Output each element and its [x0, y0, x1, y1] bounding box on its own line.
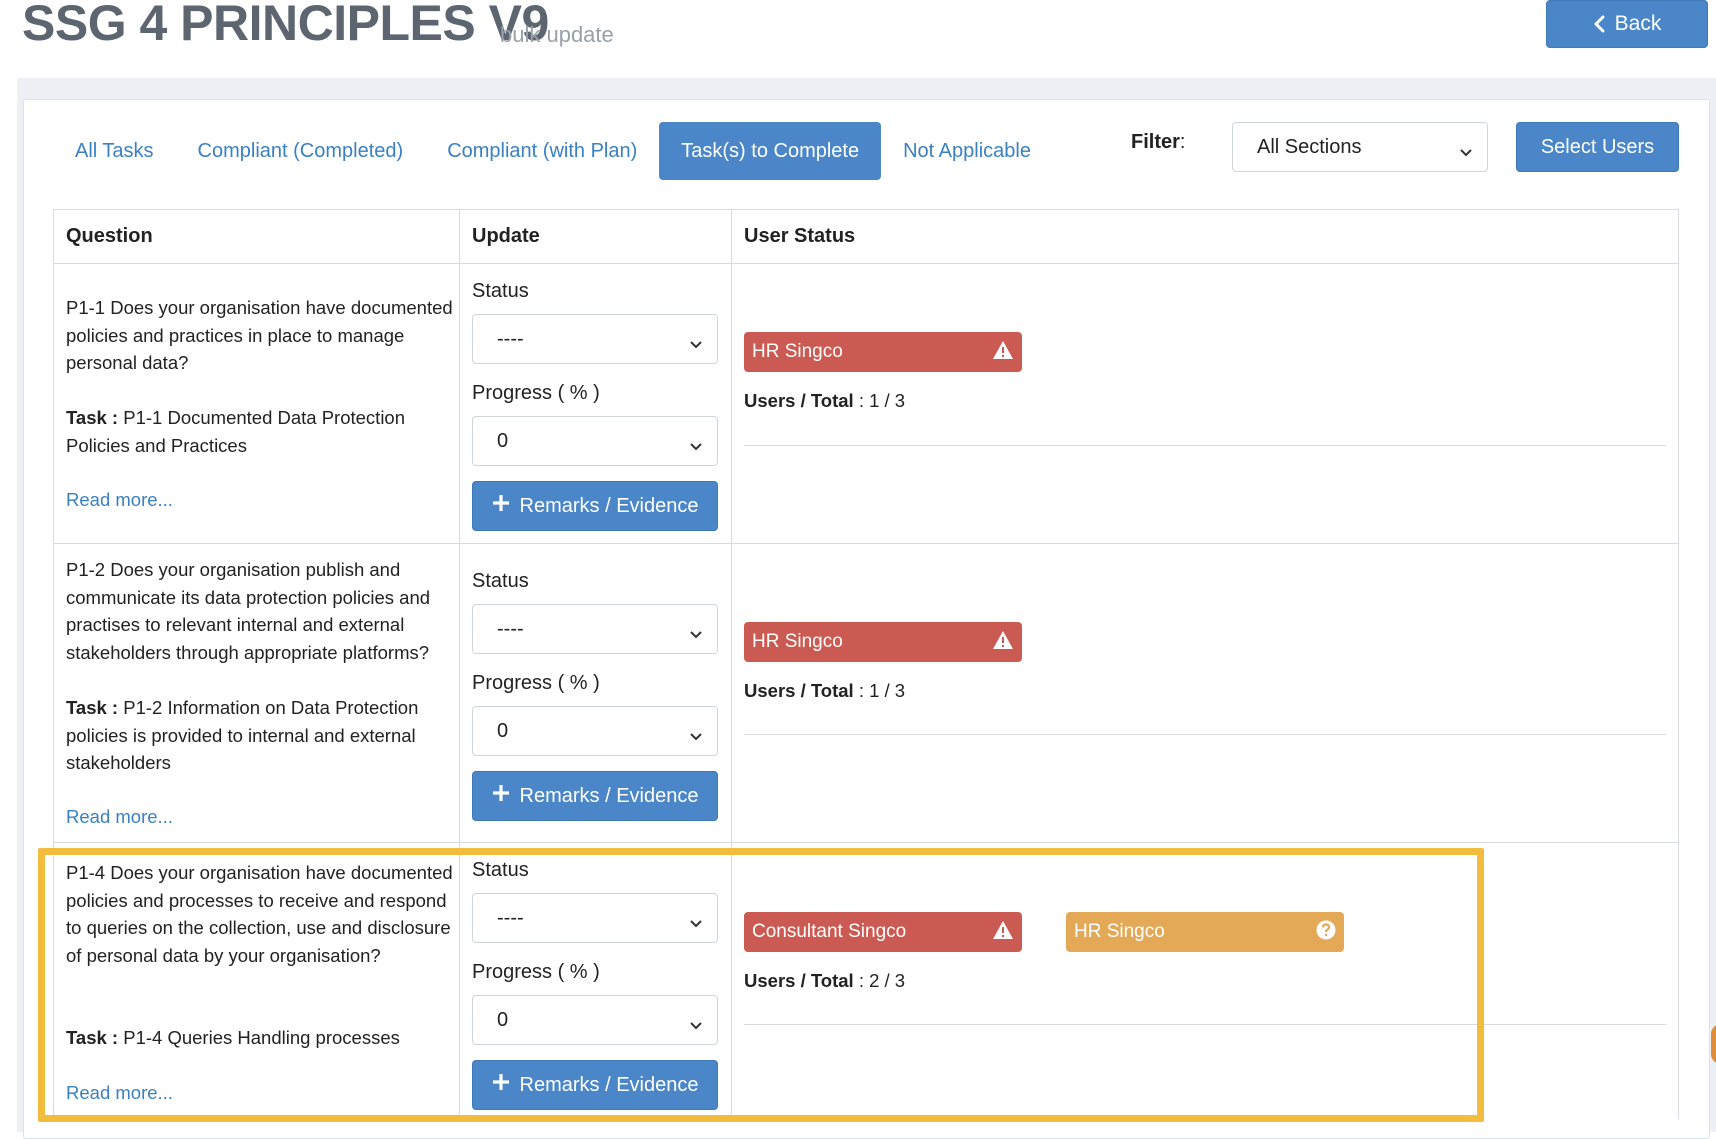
user-name: Consultant Singco [752, 921, 907, 942]
column-header-update: Update [472, 225, 540, 247]
progress-label: Progress ( % ) [472, 382, 600, 404]
status-label: Status [472, 280, 529, 302]
status-label: Status [472, 859, 529, 881]
tab-not-applicable[interactable]: Not Applicable [881, 122, 1053, 180]
user-status-badge[interactable]: HR Singco [1066, 912, 1344, 952]
warning-icon [992, 920, 1014, 946]
progress-select-value: 0 [497, 1008, 509, 1031]
users-total: Users / Total : 2 / 3 [744, 970, 906, 991]
column-header-user-status: User Status [744, 225, 856, 247]
question-text: P1-1 Does your organisation have documen… [66, 297, 453, 373]
warning-icon [992, 340, 1014, 366]
user-name: HR Singco [752, 631, 843, 652]
status-select[interactable]: ---- [472, 604, 718, 654]
status-select[interactable]: ---- [472, 893, 718, 943]
section-filter-value: All Sections [1257, 135, 1362, 158]
progress-select[interactable]: 0 [472, 995, 718, 1045]
chevron-left-icon [1593, 15, 1605, 33]
table-border-right [1678, 209, 1679, 1119]
chevron-down-icon [689, 725, 703, 748]
remarks-evidence-button[interactable]: Remarks / Evidence [472, 771, 718, 821]
progress-label: Progress ( % ) [472, 672, 600, 694]
scroll-handle[interactable] [1711, 1024, 1716, 1064]
chevron-down-icon [689, 623, 703, 646]
back-button-label: Back [1614, 12, 1662, 35]
column-header-question: Question [66, 225, 153, 247]
users-total: Users / Total : 1 / 3 [744, 680, 906, 701]
user-status-badge[interactable]: HR Singco [744, 622, 1022, 662]
status-select[interactable]: ---- [472, 314, 718, 364]
read-more-link[interactable]: Read more... [66, 1082, 173, 1104]
status-select-value: ---- [497, 327, 524, 350]
task-text: Task : P1-1 Documented Data Protection P… [66, 407, 406, 456]
chevron-down-icon [689, 333, 703, 356]
status-label: Status [472, 570, 529, 592]
question-circle-icon [1316, 920, 1336, 946]
remarks-evidence-label: Remarks / Evidence [519, 494, 699, 517]
remarks-evidence-button[interactable]: Remarks / Evidence [472, 481, 718, 531]
section-filter-select[interactable]: All Sections [1232, 122, 1488, 172]
tab-all-tasks[interactable]: All Tasks [53, 122, 176, 180]
user-status-separator [744, 734, 1666, 735]
plus-icon [492, 494, 510, 518]
table-border-left [53, 209, 54, 1119]
user-name: HR Singco [752, 341, 843, 362]
column-divider [459, 209, 460, 1119]
page-title: SSG 4 PRINCIPLES V9 [22, 0, 549, 51]
task-filter-tabs: All Tasks Compliant (Completed) Complian… [53, 122, 1053, 180]
status-select-value: ---- [497, 906, 524, 929]
user-status-separator [744, 1024, 1666, 1025]
remarks-evidence-label: Remarks / Evidence [519, 1073, 699, 1096]
read-more-link[interactable]: Read more... [66, 806, 173, 828]
select-users-button[interactable]: Select Users [1516, 122, 1679, 172]
warning-icon [992, 630, 1014, 656]
page-subtitle: bulk update [500, 22, 614, 47]
progress-select[interactable]: 0 [472, 416, 718, 466]
row-divider [53, 842, 1679, 843]
page-header: SSG 4 PRINCIPLES V9 bulk update [0, 0, 1716, 78]
chevron-down-icon [689, 912, 703, 935]
task-text: Task : P1-2 Information on Data Protecti… [66, 697, 419, 773]
row-divider [53, 543, 1679, 544]
back-button[interactable]: Back [1546, 0, 1708, 48]
chevron-down-icon [689, 435, 703, 458]
chevron-down-icon [689, 1014, 703, 1037]
progress-select-value: 0 [497, 429, 509, 452]
tab-compliant-with-plan[interactable]: Compliant (with Plan) [425, 122, 659, 180]
question-text: P1-4 Does your organisation have documen… [66, 862, 453, 966]
user-status-badge[interactable]: Consultant Singco [744, 912, 1022, 952]
user-status-badge[interactable]: HR Singco [744, 332, 1022, 372]
status-select-value: ---- [497, 617, 524, 640]
remarks-evidence-label: Remarks / Evidence [519, 784, 699, 807]
user-status-separator [744, 445, 1666, 446]
user-name: HR Singco [1074, 921, 1165, 942]
plus-icon [492, 784, 510, 808]
progress-select[interactable]: 0 [472, 706, 718, 756]
users-total: Users / Total : 1 / 3 [744, 390, 906, 411]
question-text: P1-2 Does your organisation publish and … [66, 559, 431, 663]
progress-label: Progress ( % ) [472, 961, 600, 983]
plus-icon [492, 1073, 510, 1097]
table-border-top [53, 209, 1679, 210]
tab-compliant-completed[interactable]: Compliant (Completed) [176, 122, 426, 180]
tab-tasks-to-complete[interactable]: Task(s) to Complete [659, 122, 882, 180]
task-text: Task : P1-4 Queries Handling processes [66, 1027, 400, 1048]
chevron-down-icon [1459, 141, 1473, 164]
table-header-divider [53, 263, 1679, 264]
filter-label: Filter: [1131, 131, 1186, 153]
column-divider [731, 209, 732, 1119]
progress-select-value: 0 [497, 719, 509, 742]
remarks-evidence-button[interactable]: Remarks / Evidence [472, 1060, 718, 1110]
read-more-link[interactable]: Read more... [66, 489, 173, 511]
